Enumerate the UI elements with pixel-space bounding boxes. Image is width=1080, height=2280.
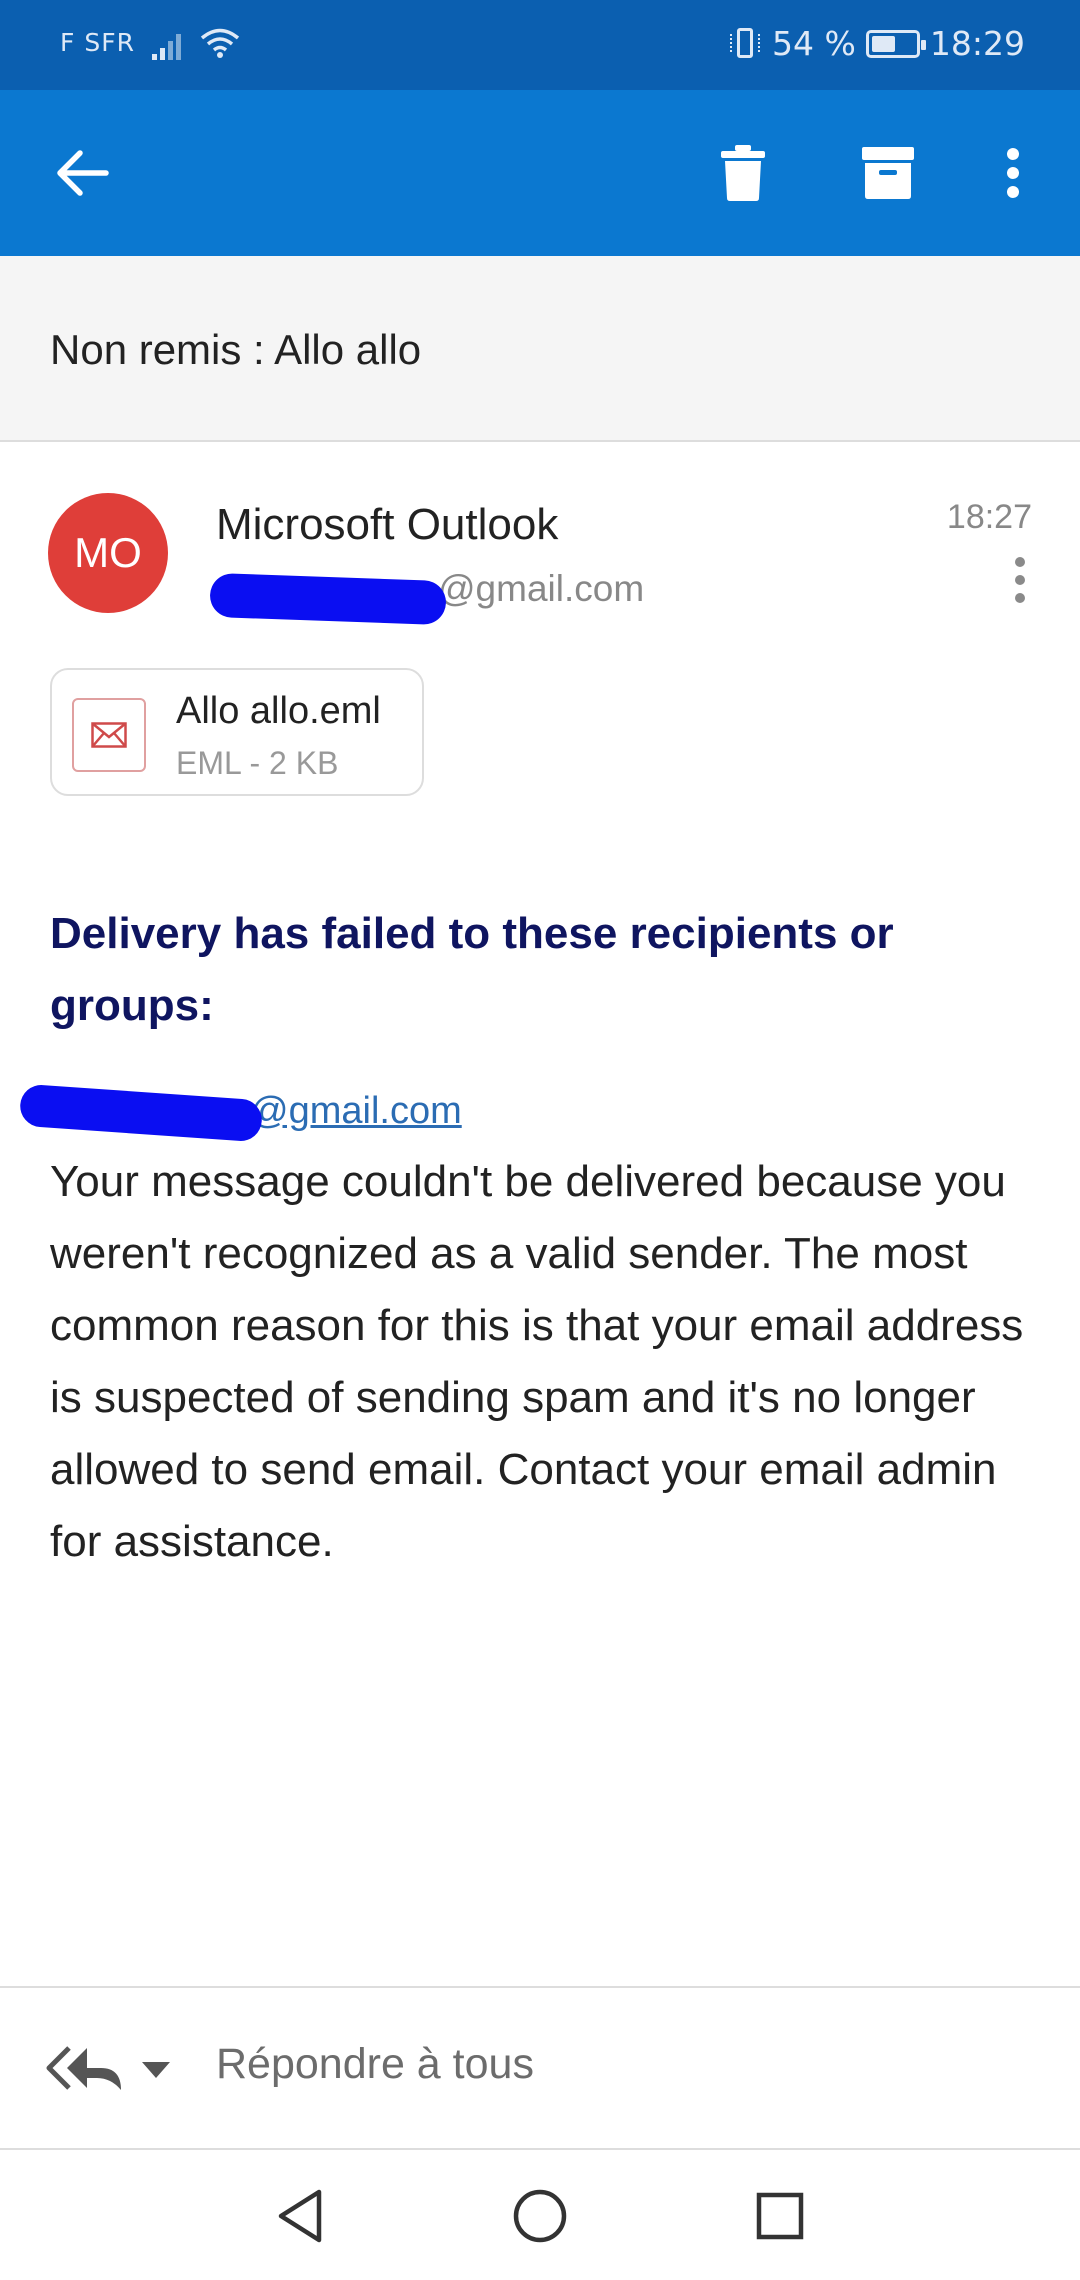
clock: 18:29 <box>929 24 1025 63</box>
attachment-meta: EML - 2 KB <box>176 745 339 781</box>
nav-recent-button[interactable] <box>748 2184 812 2248</box>
failure-heading: Delivery has failed to these recipients … <box>50 909 894 1030</box>
more-options-button[interactable] <box>980 140 1046 206</box>
wifi-icon <box>200 28 240 58</box>
message-time: 18:27 <box>946 498 1032 536</box>
vibrate-icon <box>730 26 762 62</box>
failed-recipient-visible: @gmail.com <box>250 1090 462 1132</box>
arrow-left-icon <box>57 150 109 196</box>
message-more-button[interactable] <box>1008 555 1032 605</box>
chevron-down-icon[interactable] <box>140 2060 172 2080</box>
status-bar: F SFR 54 % 18:29 <box>0 0 1080 90</box>
sender-name[interactable]: Microsoft Outlook <box>216 500 558 550</box>
app-bar <box>0 90 1080 256</box>
attachment-card[interactable]: Allo allo.eml EML - 2 KB <box>50 668 424 796</box>
redaction-mark <box>209 572 447 626</box>
system-nav-bar <box>0 2150 1080 2280</box>
battery-percent: 54 % <box>772 24 856 63</box>
reply-bar: Répondre à tous <box>0 1986 1080 2150</box>
battery-fill <box>871 35 895 52</box>
subject-bar: Non remis : Allo allo <box>0 256 1080 442</box>
carrier-label: F SFR <box>60 28 135 57</box>
screen: F SFR 54 % 18:29 Non remis: Allo allo M… <box>0 0 1080 2280</box>
attachment-name: Allo allo.eml <box>176 690 381 732</box>
reply-all-icon[interactable] <box>45 2040 125 2096</box>
message-subject: Non remis : Allo allo <box>50 326 422 373</box>
battery-icon <box>865 29 926 58</box>
nav-recent-icon <box>756 2192 804 2240</box>
reply-all-button[interactable]: Répondre à tous <box>216 2040 534 2089</box>
back-button[interactable] <box>50 140 116 206</box>
message-body: Your message couldn't be delivered becau… <box>50 1157 1024 1566</box>
envelope-icon <box>72 698 146 772</box>
more-vertical-icon <box>1007 148 1019 198</box>
trash-icon <box>721 145 765 201</box>
sender-email-visible: @gmail.com <box>438 568 645 609</box>
archive-icon <box>862 147 914 199</box>
nav-home-icon <box>513 2189 567 2243</box>
avatar[interactable]: MO <box>48 493 168 613</box>
signal-icon <box>152 28 188 60</box>
nav-back-button[interactable] <box>268 2184 332 2248</box>
archive-button[interactable] <box>855 140 921 206</box>
delete-button[interactable] <box>710 140 776 206</box>
status-right: 54 % 18:29 <box>730 24 1025 63</box>
nav-home-button[interactable] <box>508 2184 572 2248</box>
nav-back-icon <box>278 2189 322 2243</box>
